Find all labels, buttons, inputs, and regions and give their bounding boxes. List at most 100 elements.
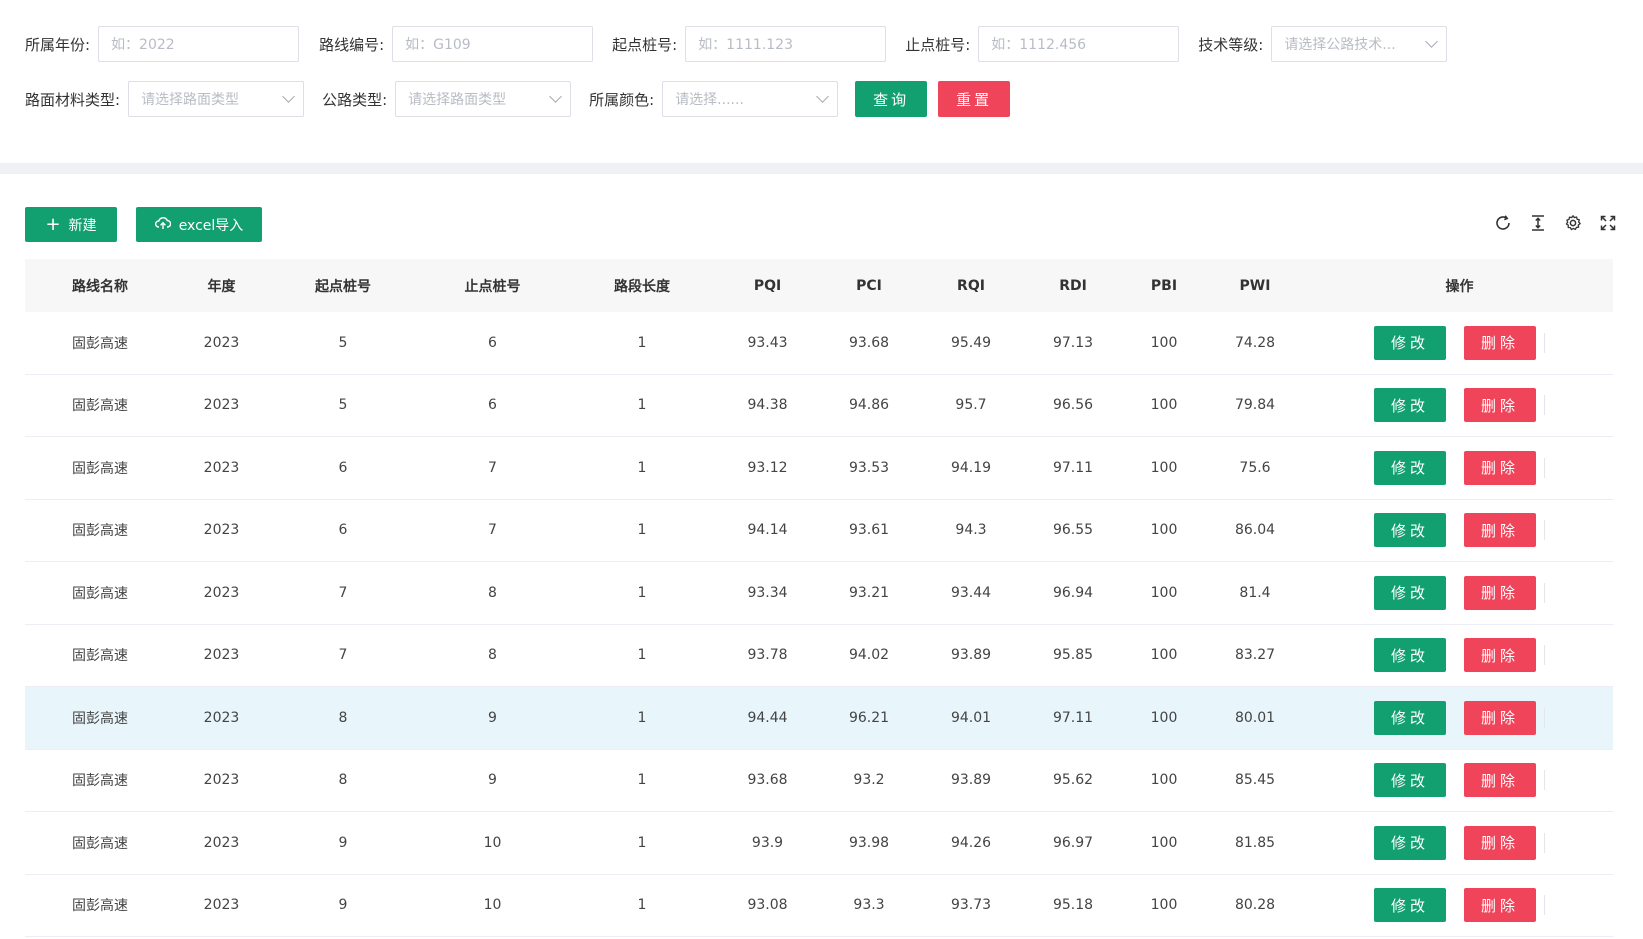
edit-button[interactable]: 修改 — [1374, 325, 1446, 360]
route-code-input[interactable]: 如：G109 — [392, 26, 594, 62]
row-actions: 修改 删除 — [1306, 575, 1613, 610]
edit-button[interactable]: 修改 — [1374, 700, 1446, 735]
cell-rqi: 94.19 — [950, 459, 992, 476]
table-row[interactable]: 固彭高速 2023 5 6 1 94.38 94.86 95.7 96.56 100 79.84 修改… — [25, 375, 1613, 437]
cell-rdi: 96.97 — [1052, 834, 1094, 851]
cell-pci: 93.2 — [853, 772, 885, 789]
table-row[interactable]: 固彭高速 2023 8 9 1 93.68 93.2 93.89 95.62 100 85.45 修改… — [25, 750, 1613, 812]
table-row[interactable]: 固彭高速 2023 7 8 1 93.34 93.21 93.44 96.94 100 81.4 修改… — [25, 562, 1613, 625]
cell-rdi: 97.13 — [1052, 334, 1094, 351]
edit-button[interactable]: 修改 — [1374, 638, 1446, 673]
delete-button[interactable]: 删除 — [1464, 450, 1536, 485]
edit-button[interactable]: 修改 — [1374, 513, 1446, 548]
surface-type-select[interactable]: 请选择路面类型 — [128, 81, 305, 117]
cell-pci: 93.21 — [848, 584, 890, 601]
cell-start: 7 — [338, 584, 348, 601]
end-stake-input[interactable]: 如：1112.456 — [978, 26, 1180, 62]
table-row[interactable]: 固彭高速 2023 9 10 1 93.9 93.98 94.26 96.97 100 81.85 修… — [25, 812, 1613, 875]
cell-pqi: 93.12 — [747, 459, 788, 476]
cell-year: 2023 — [203, 834, 240, 851]
cell-year: 2023 — [203, 522, 240, 539]
cloud-upload-icon — [154, 216, 171, 234]
action-divider — [1544, 645, 1545, 666]
delete-button[interactable]: 删除 — [1464, 325, 1536, 360]
delete-button[interactable]: 删除 — [1464, 638, 1536, 673]
tech-grade-select[interactable]: 请选择公路技术... — [1271, 26, 1448, 62]
cell-start: 8 — [338, 772, 348, 789]
edit-button[interactable]: 修改 — [1374, 888, 1446, 923]
delete-button[interactable]: 删除 — [1464, 388, 1536, 423]
cell-length: 1 — [637, 334, 647, 351]
action-divider — [1544, 582, 1545, 603]
table-row[interactable]: 固彭高速 2023 6 7 1 94.14 93.61 94.3 96.55 100 86.04 修改… — [25, 500, 1613, 562]
cell-year: 2023 — [203, 772, 240, 789]
road-type-select[interactable]: 请选择路面类型 — [395, 81, 572, 117]
cell-length: 1 — [637, 897, 647, 914]
cell-name: 固彭高速 — [72, 835, 128, 852]
table-row[interactable]: 固彭高速 2023 5 6 1 93.43 93.68 95.49 97.13 100 74.28 修… — [25, 312, 1613, 375]
edit-button[interactable]: 修改 — [1374, 575, 1446, 610]
cell-pci: 94.02 — [848, 647, 890, 664]
color-select[interactable]: 请选择...... — [662, 81, 839, 117]
cell-pbi: 100 — [1150, 459, 1178, 476]
cell-pqi: 93.78 — [747, 647, 788, 664]
cell-pwi: 81.85 — [1234, 834, 1276, 851]
cell-year: 2023 — [203, 897, 240, 914]
delete-button[interactable]: 删除 — [1464, 888, 1536, 923]
delete-button[interactable]: 删除 — [1464, 575, 1536, 610]
start-stake-input[interactable]: 如：1111.123 — [685, 26, 887, 62]
year-input[interactable]: 如：2022 — [98, 26, 300, 62]
excel-import-button[interactable]: excel导入 — [136, 207, 262, 242]
column-height-icon[interactable] — [1529, 214, 1547, 232]
cell-length: 1 — [637, 584, 647, 601]
column-header: 止点桩号 — [464, 278, 521, 295]
table-row[interactable]: 固彭高速 2023 6 7 1 93.12 93.53 94.19 97.11 100 75.6 修改… — [25, 437, 1613, 500]
edit-button[interactable]: 修改 — [1374, 763, 1446, 798]
refresh-icon[interactable] — [1494, 214, 1512, 232]
edit-button[interactable]: 修改 — [1374, 388, 1446, 423]
delete-button[interactable]: 删除 — [1464, 763, 1536, 798]
cell-year: 2023 — [203, 647, 240, 664]
cell-pqi: 93.34 — [747, 584, 788, 601]
cell-pqi: 94.44 — [747, 709, 788, 726]
cell-pbi: 100 — [1150, 709, 1178, 726]
cell-pci: 93.3 — [853, 897, 885, 914]
delete-button[interactable]: 删除 — [1464, 825, 1536, 860]
filter-row-2: 路面材料类型: 请选择路面类型 公路类型: 请选择路面类型 所属颜色: 请选择.… — [25, 81, 1011, 117]
road-type-placeholder: 请选择路面类型 — [408, 92, 507, 108]
settings-icon[interactable] — [1564, 214, 1582, 232]
cell-rqi: 94.26 — [950, 834, 992, 851]
cell-start: 9 — [338, 834, 348, 851]
cell-pqi: 94.14 — [747, 522, 788, 539]
cell-name: 固彭高速 — [72, 398, 128, 415]
fullscreen-icon[interactable] — [1599, 214, 1617, 232]
road-type-label: 公路类型: — [322, 90, 388, 109]
cell-rdi: 97.11 — [1052, 459, 1094, 476]
delete-button[interactable]: 删除 — [1464, 700, 1536, 735]
cell-rqi: 93.89 — [950, 647, 992, 664]
chevron-down-icon — [1425, 35, 1439, 48]
filter-row-1: 所属年份: 如：2022 路线编号: 如：G109 起点桩号: 如：1111.1… — [25, 26, 1448, 62]
cell-year: 2023 — [203, 709, 240, 726]
row-actions: 修改 删除 — [1306, 700, 1613, 735]
cell-pwi: 83.27 — [1234, 647, 1276, 664]
delete-button[interactable]: 删除 — [1464, 513, 1536, 548]
table-row[interactable]: 固彭高速 2023 9 10 1 93.08 93.3 93.73 95.18 100 80.28 修… — [25, 875, 1613, 937]
cell-pqi: 93.43 — [747, 334, 788, 351]
query-button[interactable]: 查询 — [855, 81, 928, 117]
edit-button[interactable]: 修改 — [1374, 825, 1446, 860]
table-tools — [1494, 214, 1617, 232]
cell-pbi: 100 — [1150, 772, 1178, 789]
new-button[interactable]: + 新建 — [25, 207, 117, 242]
table-row[interactable]: 固彭高速 2023 7 8 1 93.78 94.02 93.89 95.85 100 83.27 修… — [25, 625, 1613, 687]
cell-end: 7 — [488, 459, 497, 476]
column-header: RDI — [1059, 277, 1087, 294]
cell-pqi: 94.38 — [747, 397, 788, 414]
cell-rqi: 94.3 — [955, 522, 987, 539]
table-row[interactable]: 固彭高速 2023 8 9 1 94.44 96.21 94.01 97.11 100 80.01 修… — [25, 687, 1613, 750]
reset-button[interactable]: 重置 — [938, 81, 1011, 117]
edit-button[interactable]: 修改 — [1374, 450, 1446, 485]
chevron-down-icon — [549, 90, 562, 103]
cell-length: 1 — [637, 459, 647, 476]
cell-pci: 94.86 — [848, 397, 890, 414]
